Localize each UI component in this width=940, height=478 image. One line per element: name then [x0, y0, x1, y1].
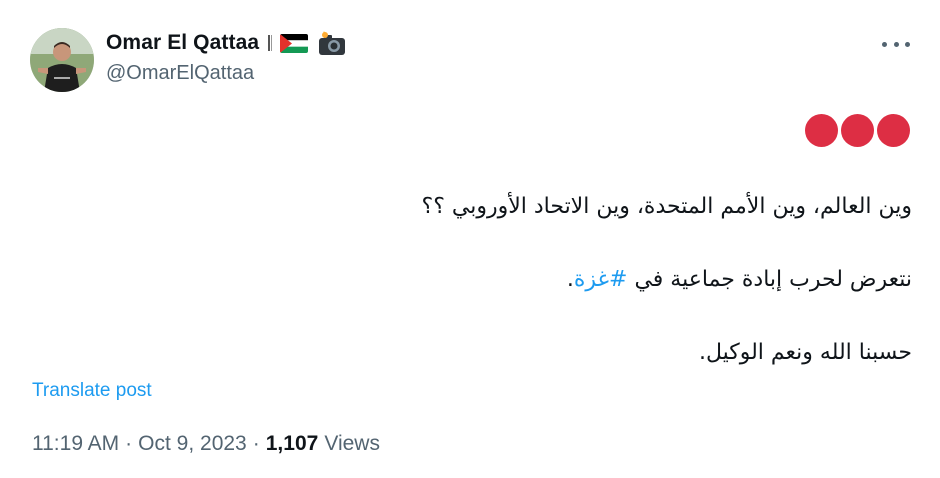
post-date[interactable]: Oct 9, 2023 [138, 432, 247, 456]
post-text-line-3: حسبنا الله ونعم الوكيل. [698, 340, 912, 365]
views-label: Views [324, 432, 380, 455]
views-count: 1,107 [265, 432, 319, 455]
red-circle-emoji-row [805, 114, 910, 147]
user-handle[interactable]: @OmarElQattaa [106, 62, 254, 85]
post-text-line-2-prefix: نتعرض لحرب إبادة جماعية في [627, 267, 912, 292]
post-text-line-2-suffix: . [566, 267, 574, 292]
camera-flash-icon [318, 30, 346, 56]
post-card: Omar El Qattaa @OmarElQattaa وين العالم،… [0, 0, 940, 478]
display-name[interactable]: Omar El Qattaa [106, 31, 259, 55]
post-time[interactable]: 11:19 AM [32, 432, 119, 456]
red-circle-icon [805, 114, 838, 147]
more-dot [905, 41, 910, 47]
avatar[interactable] [30, 28, 94, 92]
meta-separator: · [125, 432, 133, 455]
more-horizontal-icon[interactable] [882, 36, 910, 52]
name-row: Omar El Qattaa [106, 30, 346, 56]
more-dot [882, 41, 887, 47]
post-text-line-1: وين العالم، وين الأمم المتحدة، وين الاتح… [421, 194, 912, 219]
meta-separator: · [252, 432, 260, 455]
separator-mark [268, 35, 273, 51]
translate-post-link[interactable]: Translate post [32, 380, 152, 402]
red-circle-icon [877, 114, 910, 147]
post-text-line-2: نتعرض لحرب إبادة جماعية في #غزة. [567, 267, 912, 292]
post-meta: 11:19 AM · Oct 9, 2023 · 1,107 Views [32, 432, 380, 456]
more-dot [893, 41, 899, 47]
hashtag-link[interactable]: #غزة [574, 267, 628, 292]
red-circle-icon [841, 114, 874, 147]
palestine-flag-icon [280, 33, 309, 53]
